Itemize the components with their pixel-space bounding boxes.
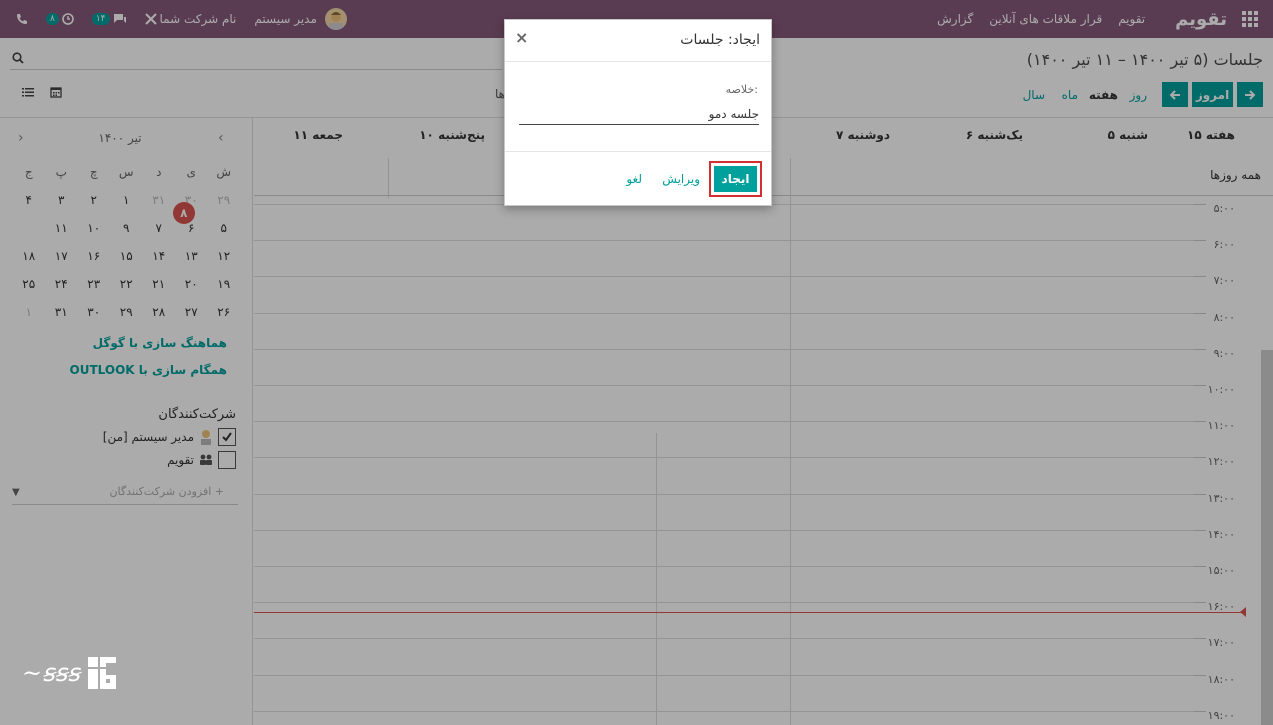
close-icon[interactable]: × [515, 28, 528, 47]
cancel-button[interactable]: لغو [626, 172, 642, 186]
dialog-footer: ایجاد ویرایش لغو [505, 151, 771, 206]
dialog-header: ایجاد: جلسات × [505, 20, 771, 62]
watermark-logo: ~ꞩꞩꞩ [22, 655, 118, 691]
summary-label: خلاصه: [725, 83, 758, 96]
summary-input[interactable] [519, 104, 759, 125]
quick-create-dialog: ایجاد: جلسات × خلاصه: ایجاد ویرایش لغو [504, 19, 772, 206]
watermark-emblem [87, 657, 116, 689]
edit-button[interactable]: ویرایش [662, 172, 700, 186]
create-button[interactable]: ایجاد [714, 166, 757, 192]
dialog-title: ایجاد: جلسات [680, 32, 760, 48]
create-button-highlight: ایجاد [709, 161, 762, 197]
watermark-script: ~ꞩꞩꞩ [22, 659, 80, 687]
